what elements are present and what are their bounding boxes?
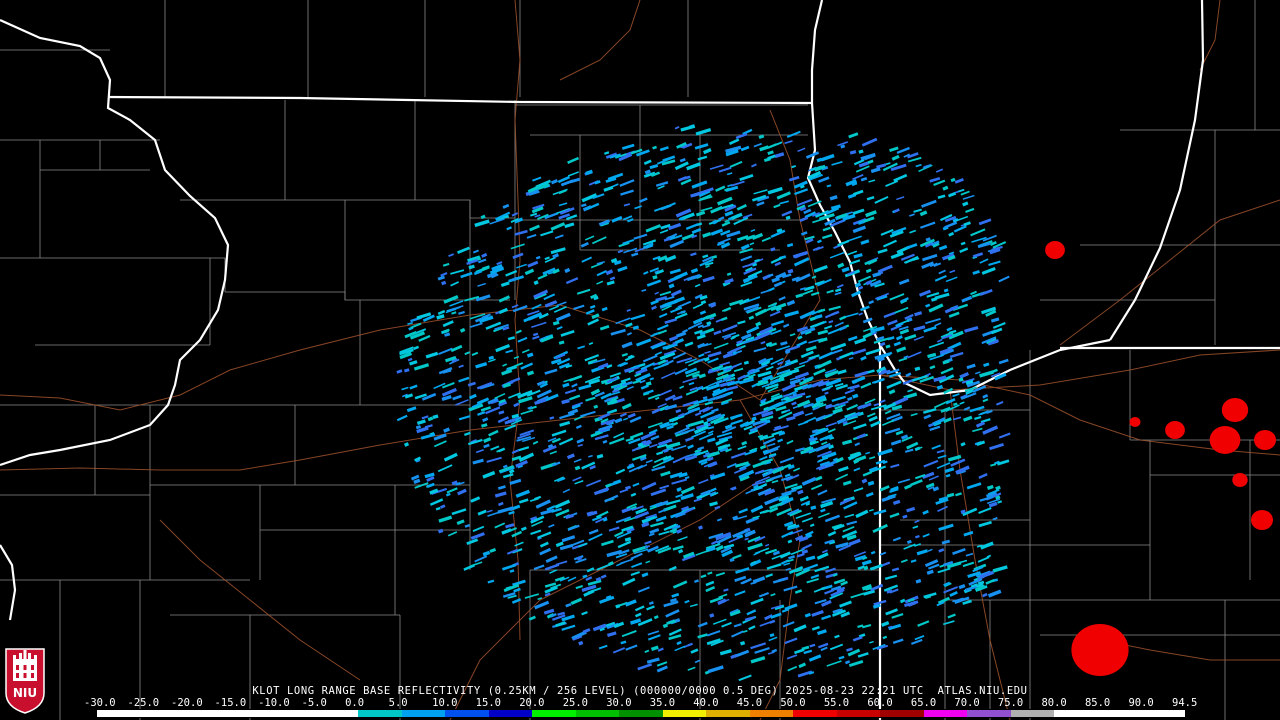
colorbar-segment bbox=[184, 710, 228, 717]
colorbar-segment bbox=[227, 710, 272, 717]
colorbar-tick: 85.0 bbox=[1084, 697, 1111, 709]
colorbar-segment bbox=[445, 710, 489, 717]
colorbar-segment bbox=[488, 710, 533, 717]
niu-logo-text: NIU bbox=[13, 686, 37, 700]
colorbar-segment bbox=[401, 710, 446, 717]
colorbar-segment bbox=[1010, 710, 1055, 717]
colorbar-segment bbox=[140, 710, 185, 717]
colorbar-tick: -10.0 bbox=[258, 697, 290, 709]
colorbar-tick: 45.0 bbox=[736, 697, 763, 709]
colorbar-segment bbox=[706, 710, 750, 717]
colorbar-tick: 20.0 bbox=[519, 697, 545, 709]
storm-cell bbox=[1254, 430, 1276, 450]
colorbar-tick: 10.0 bbox=[432, 697, 458, 709]
product-title: KLOT LONG RANGE BASE REFLECTIVITY (0.25K… bbox=[252, 685, 1028, 697]
colorbar-segment bbox=[749, 710, 794, 717]
colorbar-tick: 65.0 bbox=[910, 697, 937, 709]
colorbar-segment bbox=[314, 710, 359, 717]
colorbar-tick: -25.0 bbox=[127, 697, 160, 709]
storm-cell bbox=[1129, 417, 1141, 427]
storm-cell bbox=[1209, 426, 1241, 454]
colorbar-segment bbox=[575, 710, 620, 717]
colorbar-tick: 70.0 bbox=[954, 697, 980, 709]
colorbar-tick: 90.0 bbox=[1128, 697, 1154, 709]
colorbar-segment bbox=[923, 710, 968, 717]
storm-cell bbox=[1045, 241, 1065, 259]
storm-cell bbox=[1251, 510, 1273, 530]
colorbar-tick: 0.0 bbox=[345, 697, 365, 709]
colorbar-segment bbox=[1097, 710, 1142, 717]
colorbar-tick: -15.0 bbox=[214, 697, 247, 709]
colorbar-segment bbox=[836, 710, 881, 717]
radar-map bbox=[0, 0, 1280, 720]
colorbar-tick: 25.0 bbox=[562, 697, 589, 709]
colorbar-tick: -20.0 bbox=[171, 697, 203, 709]
colorbar-segment bbox=[662, 710, 707, 717]
colorbar-segment bbox=[880, 710, 924, 717]
colorbar-segment bbox=[97, 710, 141, 717]
colorbar-tick: 15.0 bbox=[475, 697, 501, 709]
storm-cell bbox=[1232, 473, 1248, 487]
storm-cell bbox=[1221, 398, 1249, 422]
colorbar-tick: 30.0 bbox=[606, 697, 632, 709]
colorbar-tick: 94.5 bbox=[1172, 697, 1198, 709]
colorbar-tick: 60.0 bbox=[867, 697, 893, 709]
storm-cell bbox=[1071, 624, 1129, 676]
colorbar-segment bbox=[793, 710, 837, 717]
colorbar-tick: 35.0 bbox=[649, 697, 676, 709]
colorbar-segment bbox=[1054, 710, 1098, 717]
colorbar-tick: 5.0 bbox=[388, 697, 408, 709]
colorbar-tick: -5.0 bbox=[301, 697, 327, 709]
colorbar-segment bbox=[532, 710, 576, 717]
colorbar-tick: 80.0 bbox=[1041, 697, 1067, 709]
reflectivity-colorbar bbox=[96, 709, 1186, 718]
colorbar-tick: 50.0 bbox=[780, 697, 806, 709]
colorbar-segment bbox=[1141, 710, 1185, 717]
storm-cell bbox=[1165, 421, 1185, 439]
colorbar-tick: 40.0 bbox=[693, 697, 719, 709]
colorbar-tick: -30.0 bbox=[84, 697, 116, 709]
colorbar-tick: 75.0 bbox=[997, 697, 1024, 709]
colorbar-tick-labels: -30.0 -25.0 -20.0 -15.0 -10.0 -5.0 0.0 5.0 10.0 1… bbox=[84, 697, 1197, 709]
niu-logo: NIU bbox=[5, 648, 45, 714]
colorbar-segment bbox=[271, 710, 315, 717]
colorbar-segment bbox=[619, 710, 663, 717]
colorbar-tick: 55.0 bbox=[823, 697, 850, 709]
colorbar-segment bbox=[358, 710, 402, 717]
colorbar-segment bbox=[967, 710, 1011, 717]
